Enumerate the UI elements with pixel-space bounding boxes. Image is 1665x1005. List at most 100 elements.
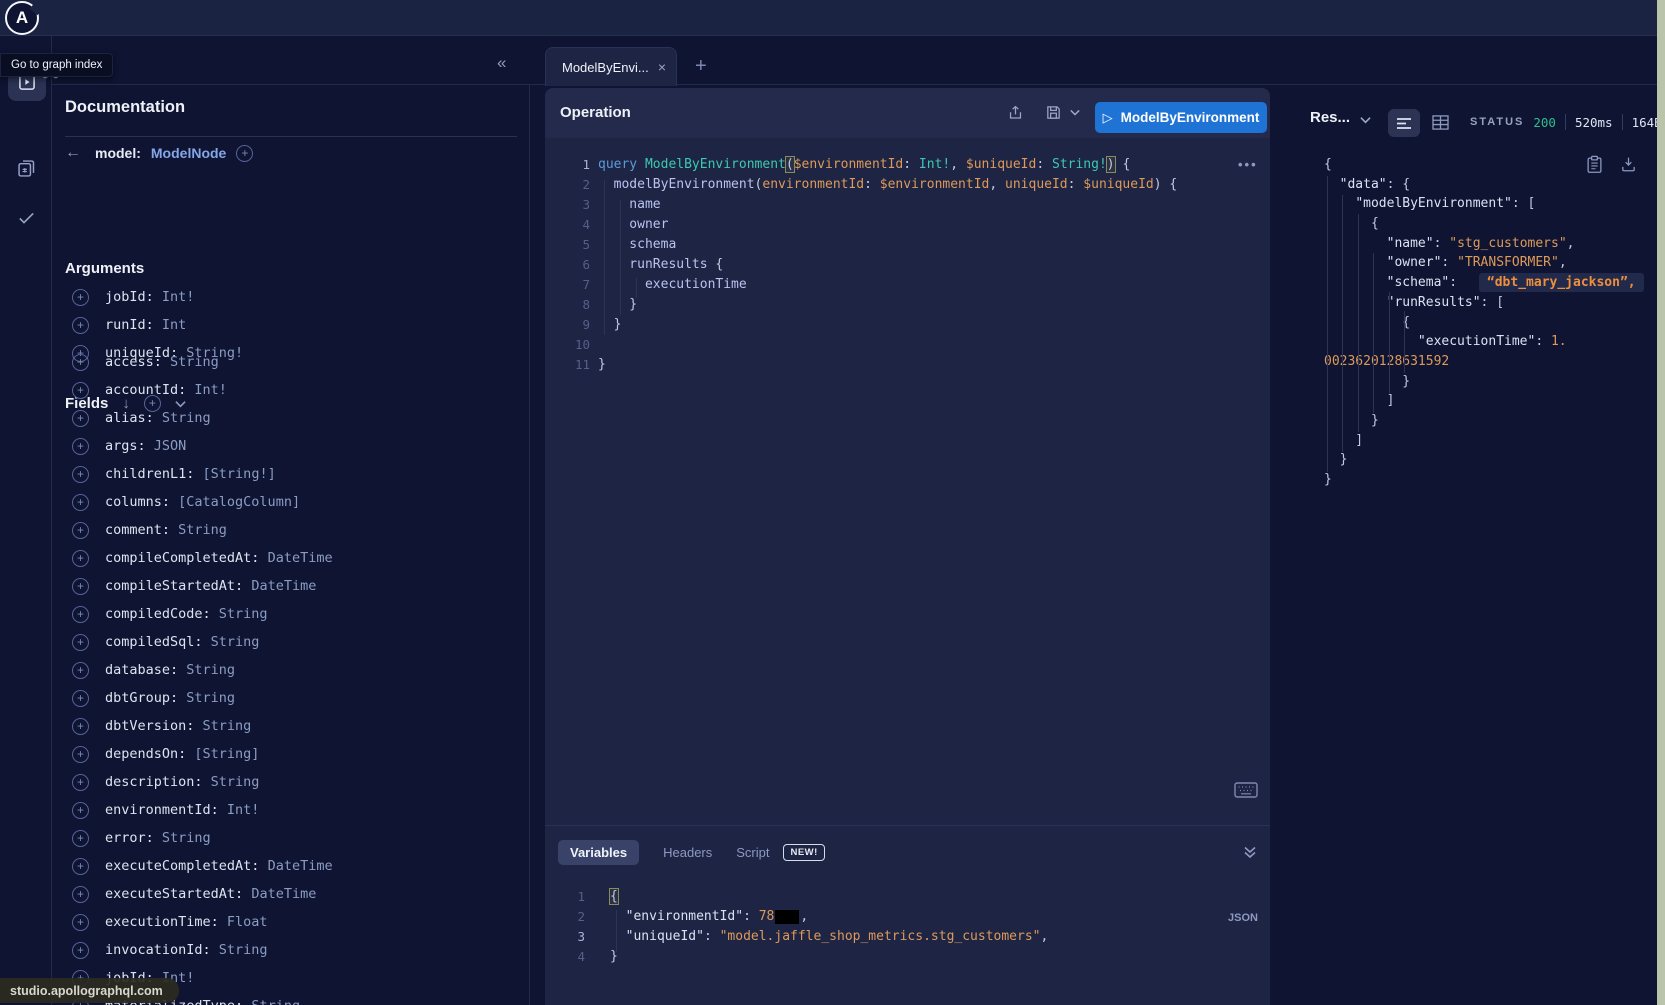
add-to-query-button[interactable]: + [72, 830, 89, 847]
run-operation-button[interactable]: ▷ ModelByEnvironment [1095, 102, 1267, 133]
doc-field-type[interactable]: String [203, 718, 252, 734]
add-to-query-button[interactable]: + [72, 634, 89, 651]
doc-field-name[interactable]: compileCompletedAt: [105, 550, 268, 566]
doc-field-row[interactable]: +jobId: Int! [72, 283, 194, 311]
doc-field-type[interactable]: String [178, 522, 227, 538]
doc-field-type[interactable]: [String] [194, 746, 259, 762]
doc-field-type[interactable]: DateTime [268, 858, 333, 874]
response-title[interactable]: Res... [1310, 109, 1350, 126]
code-line[interactable]: runResults { [598, 255, 1177, 275]
doc-field-row[interactable]: +childrenL1: [String!] [72, 460, 276, 488]
add-to-query-button[interactable]: + [72, 746, 89, 763]
code-line[interactable]: } [1324, 411, 1654, 431]
add-to-query-button[interactable]: + [72, 774, 89, 791]
add-to-query-button[interactable]: + [72, 354, 89, 371]
add-to-query-button[interactable]: + [72, 494, 89, 511]
code-line[interactable]: "data": { [1324, 175, 1654, 195]
add-to-query-button[interactable]: + [72, 802, 89, 819]
doc-field-type[interactable]: String [170, 354, 219, 370]
doc-field-type[interactable]: String [162, 410, 211, 426]
code-line[interactable] [598, 335, 1177, 355]
doc-field-name[interactable]: runId: [105, 317, 162, 333]
doc-field-type[interactable]: Int! [227, 802, 260, 818]
doc-field-name[interactable]: environmentId: [105, 802, 227, 818]
doc-field-type[interactable]: String [162, 830, 211, 846]
tab-variables[interactable]: Variables [558, 840, 639, 865]
doc-field-row[interactable]: +columns: [CatalogColumn] [72, 488, 300, 516]
add-to-query-button[interactable]: + [72, 858, 89, 875]
doc-field-row[interactable]: + compiledSql: String [72, 628, 259, 656]
tab-headers[interactable]: Headers [663, 845, 712, 860]
doc-field-name[interactable]: args: [105, 438, 154, 454]
doc-field-row[interactable]: +args: JSON [72, 432, 186, 460]
close-tab-icon[interactable]: × [658, 59, 666, 75]
code-line[interactable]: "name": "stg_customers", [1324, 234, 1654, 254]
code-line[interactable]: } [598, 315, 1177, 335]
doc-field-row[interactable]: + alias: String [72, 404, 211, 432]
collapse-panel-icon[interactable]: « [497, 53, 506, 73]
doc-field-row[interactable]: + compileStartedAt: DateTime [72, 572, 316, 600]
code-line[interactable]: executionTime [598, 275, 1177, 295]
add-to-query-button[interactable]: + [72, 289, 89, 306]
doc-field-row[interactable]: +compileCompletedAt: DateTime [72, 544, 333, 572]
doc-field-name[interactable]: compiledSql: [105, 634, 211, 650]
doc-field-name[interactable]: alias: [105, 410, 162, 426]
doc-field-name[interactable]: access: [105, 354, 170, 370]
doc-field-name[interactable]: comment: [105, 522, 178, 538]
doc-field-row[interactable]: +description: String [72, 768, 259, 796]
operation-tab[interactable]: ModelByEnvi... × [545, 47, 677, 86]
add-field-button[interactable]: + [236, 145, 253, 162]
doc-field-row[interactable]: + error: String [72, 824, 211, 852]
variables-editor[interactable]: { "environmentId": 78, "uniqueId": "mode… [610, 887, 1048, 967]
doc-field-name[interactable]: accountId: [105, 382, 194, 398]
raw-view-toggle[interactable] [1388, 109, 1420, 137]
apollo-logo-icon[interactable]: A [5, 1, 39, 35]
code-line[interactable]: ] [1324, 431, 1654, 451]
query-editor[interactable]: query ModelByEnvironment($environmentId:… [598, 155, 1177, 375]
doc-field-type[interactable]: String [211, 634, 260, 650]
response-dropdown-chevron-icon[interactable] [1360, 116, 1371, 124]
doc-field-type[interactable]: [CatalogColumn] [178, 494, 300, 510]
add-to-query-button[interactable]: + [72, 662, 89, 679]
doc-field-name[interactable]: dbtGroup: [105, 690, 186, 706]
add-to-query-button[interactable]: + [72, 410, 89, 427]
add-to-query-button[interactable]: + [72, 578, 89, 595]
doc-field-row[interactable]: +runId: Int [72, 311, 186, 339]
doc-field-name[interactable]: executeStartedAt: [105, 886, 251, 902]
doc-field-row[interactable]: +dbtVersion: String [72, 712, 251, 740]
doc-field-type[interactable]: DateTime [251, 578, 316, 594]
doc-field-type[interactable]: String [186, 690, 235, 706]
doc-field-type[interactable]: String [211, 774, 260, 790]
code-line[interactable]: owner [598, 215, 1177, 235]
doc-field-name[interactable]: error: [105, 830, 162, 846]
doc-field-name[interactable]: executeCompletedAt: [105, 858, 268, 874]
doc-field-name[interactable]: jobId: [105, 289, 162, 305]
back-arrow-icon[interactable]: ← [65, 144, 81, 162]
tab-script[interactable]: Script [736, 845, 769, 860]
doc-field-type[interactable]: String [219, 942, 268, 958]
doc-field-name[interactable]: dependsOn: [105, 746, 194, 762]
save-dropdown-chevron-icon[interactable] [1070, 109, 1080, 116]
doc-field-name[interactable]: compiledCode: [105, 606, 219, 622]
code-line[interactable]: name [598, 195, 1177, 215]
doc-field-type[interactable]: Int [162, 317, 186, 333]
doc-field-name[interactable]: compileStartedAt: [105, 578, 251, 594]
editor-options-menu-icon[interactable]: ••• [1238, 157, 1258, 172]
doc-field-row[interactable]: +executionTime: Float [72, 908, 268, 936]
doc-field-type[interactable]: Int! [194, 382, 227, 398]
collections-nav-icon[interactable] [16, 158, 37, 179]
add-to-query-button[interactable]: + [72, 522, 89, 539]
share-operation-icon[interactable] [1007, 104, 1024, 122]
doc-field-row[interactable]: +executeStartedAt: DateTime [72, 880, 316, 908]
field-ref-type[interactable]: ModelNode [151, 145, 226, 161]
doc-field-row[interactable]: + comment: String [72, 516, 227, 544]
doc-field-row[interactable]: +accountId: Int! [72, 376, 227, 404]
doc-field-name[interactable]: invocationId: [105, 942, 219, 958]
code-line[interactable]: { [1324, 214, 1654, 234]
code-line[interactable]: { [1324, 155, 1654, 175]
code-line[interactable]: modelByEnvironment(environmentId: $envir… [598, 175, 1177, 195]
add-to-query-button[interactable]: + [72, 942, 89, 959]
add-to-query-button[interactable]: + [72, 606, 89, 623]
keyboard-shortcuts-icon[interactable] [1234, 782, 1258, 798]
doc-field-row[interactable]: + environmentId: Int! [72, 796, 259, 824]
